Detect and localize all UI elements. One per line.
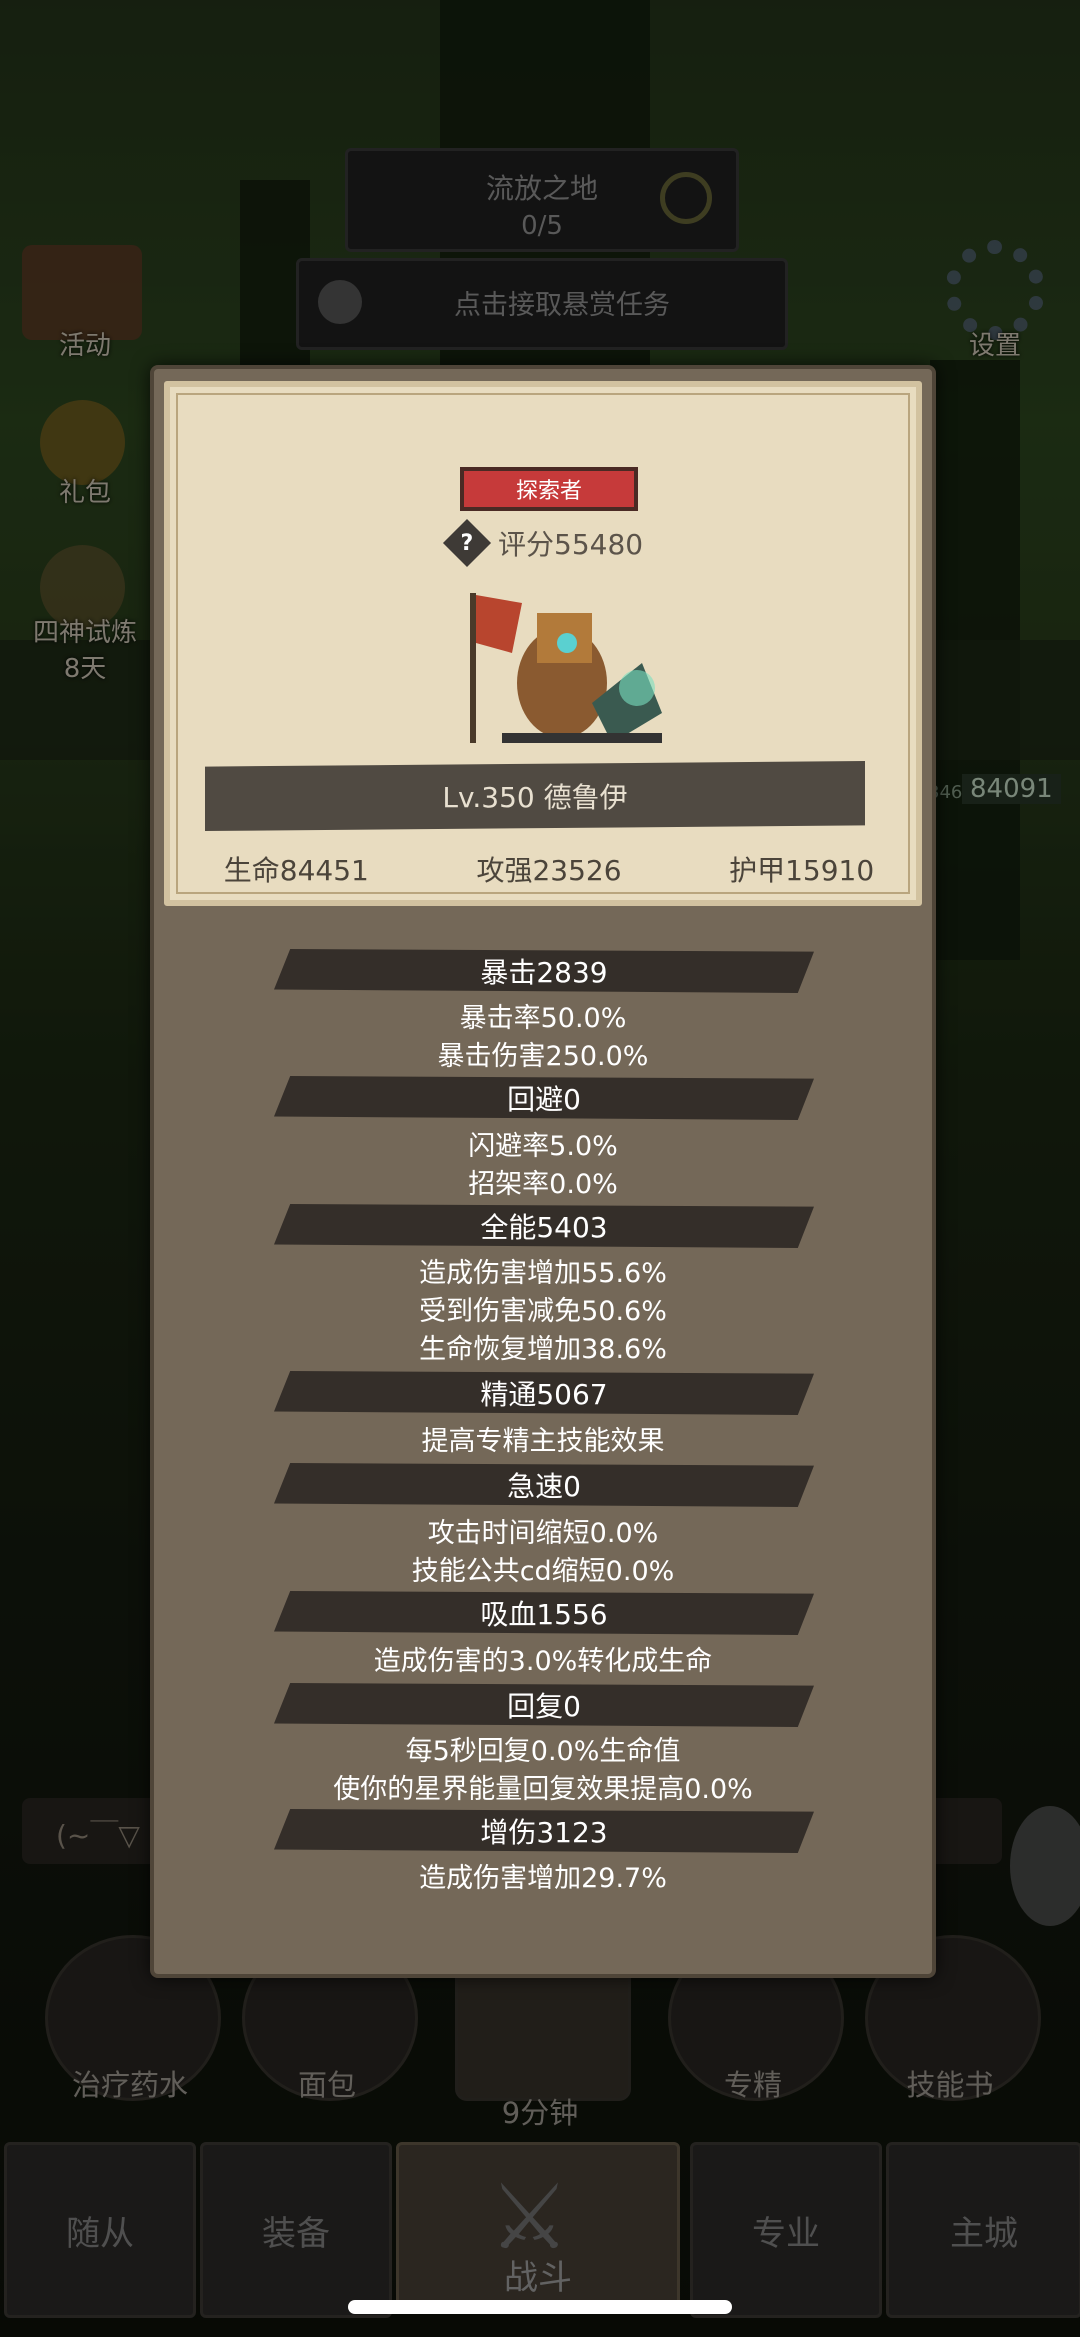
score-row: ? 评分55480 <box>442 518 644 568</box>
section-lifesteal: 吸血1556 <box>274 1591 814 1635</box>
stat-line: 暴击伤害250.0% <box>437 1041 649 1072</box>
stat-line: 攻击时间缩短0.0% <box>427 1518 659 1549</box>
stat-line: 造成伤害的3.0%转化成生命 <box>373 1646 713 1677</box>
title-badge: 探索者 <box>460 467 638 511</box>
character-name-plate: Lv.350 德鲁伊 <box>205 761 865 831</box>
stat-line: 使你的星界能量回复效果提高0.0% <box>333 1774 753 1805</box>
stat-line: 每5秒回复0.0%生命值 <box>405 1736 681 1767</box>
score-text: 评分55480 <box>498 528 644 561</box>
section-versatility: 全能5403 <box>274 1204 814 1248</box>
stat-armor: 护甲15910 <box>729 854 875 887</box>
section-regen: 回复0 <box>274 1683 814 1727</box>
stat-attack-power: 攻强23526 <box>476 854 622 887</box>
stat-line: 暴击率50.0% <box>459 1003 627 1034</box>
help-icon[interactable]: ? <box>442 518 492 568</box>
base-stats-row: 生命84451 攻强23526 护甲15910 <box>170 849 928 889</box>
character-name: Lv.350 德鲁伊 <box>442 781 628 814</box>
character-card: 探索者 ? 评分55480 Lv.350 德鲁伊 生命84451 攻强23526… <box>164 381 922 906</box>
section-damage-bonus: 增伤3123 <box>274 1809 814 1853</box>
stat-line: 提高专精主技能效果 <box>421 1426 665 1457</box>
stat-line: 受到伤害减免50.6% <box>419 1296 667 1327</box>
stat-line: 招架率0.0% <box>468 1169 618 1200</box>
stat-line: 闪避率5.0% <box>468 1131 618 1162</box>
stat-hp: 生命84451 <box>223 854 369 887</box>
stat-line: 造成伤害增加55.6% <box>419 1258 667 1289</box>
section-avoidance: 回避0 <box>274 1076 814 1120</box>
section-haste: 急速0 <box>274 1463 814 1507</box>
stat-line: 造成伤害增加29.7% <box>419 1863 667 1894</box>
section-crit: 暴击2839 <box>274 949 814 993</box>
home-indicator[interactable] <box>348 2300 732 2314</box>
stat-line: 技能公共cd缩短0.0% <box>411 1556 675 1587</box>
character-stats-modal: 探索者 ? 评分55480 Lv.350 德鲁伊 生命84451 攻强23526… <box>150 365 936 1978</box>
druid-character-sprite <box>470 593 662 743</box>
stat-line: 生命恢复增加38.6% <box>419 1334 667 1365</box>
section-mastery: 精通5067 <box>274 1371 814 1415</box>
